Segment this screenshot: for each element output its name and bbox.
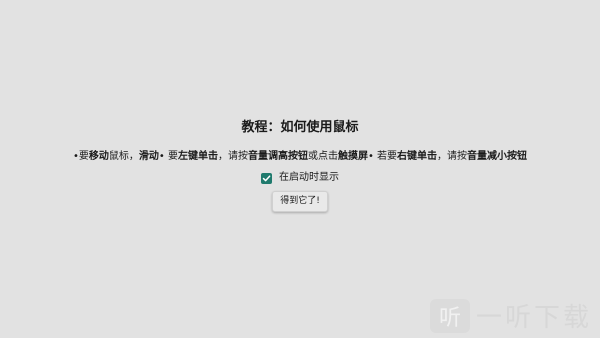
watermark-text: 一听下载 (475, 303, 592, 333)
instr-volume-up-keyword: 音量调高按钮 (247, 151, 308, 162)
watermark: 听 一听下载 (429, 297, 592, 334)
instr-segment: 或点击 (307, 151, 338, 162)
instr-segment: • 若要 (367, 151, 398, 162)
instr-segment: • 要 (158, 151, 178, 162)
got-it-button[interactable]: 得到它了! (272, 191, 328, 212)
instr-right-click-keyword: 右键单击 (397, 151, 438, 162)
watermark-logo-icon: 听 (429, 298, 470, 333)
show-on-startup-label[interactable]: 在启动时显示 (279, 171, 339, 185)
dialog-title: 教程：如何使用鼠标 (241, 120, 359, 135)
show-on-startup-checkbox[interactable] (261, 172, 272, 184)
instr-touchscreen-keyword: 触摸屏 (337, 151, 368, 162)
checkmark-icon (262, 174, 271, 181)
instr-segment: ，请按 (217, 151, 248, 162)
instr-swipe-keyword: 滑动 (138, 151, 159, 162)
instr-left-click-keyword: 左键单击 (177, 151, 218, 162)
instr-segment: 鼠标， (108, 151, 139, 162)
show-on-startup-row[interactable]: 在启动时显示 (261, 171, 339, 185)
tutorial-dialog: 教程：如何使用鼠标 •要移动鼠标，滑动• 要左键单击，请按音量调高按钮或点击触摸… (0, 120, 600, 212)
instr-segment: •要 (72, 151, 89, 162)
instr-move-keyword: 移动 (88, 151, 109, 162)
instructions-text: •要移动鼠标，滑动• 要左键单击，请按音量调高按钮或点击触摸屏• 若要右键单击，… (73, 150, 527, 164)
instr-segment: ，请按 (437, 151, 468, 162)
instr-volume-down-keyword: 音量减小按钮 (467, 151, 528, 162)
